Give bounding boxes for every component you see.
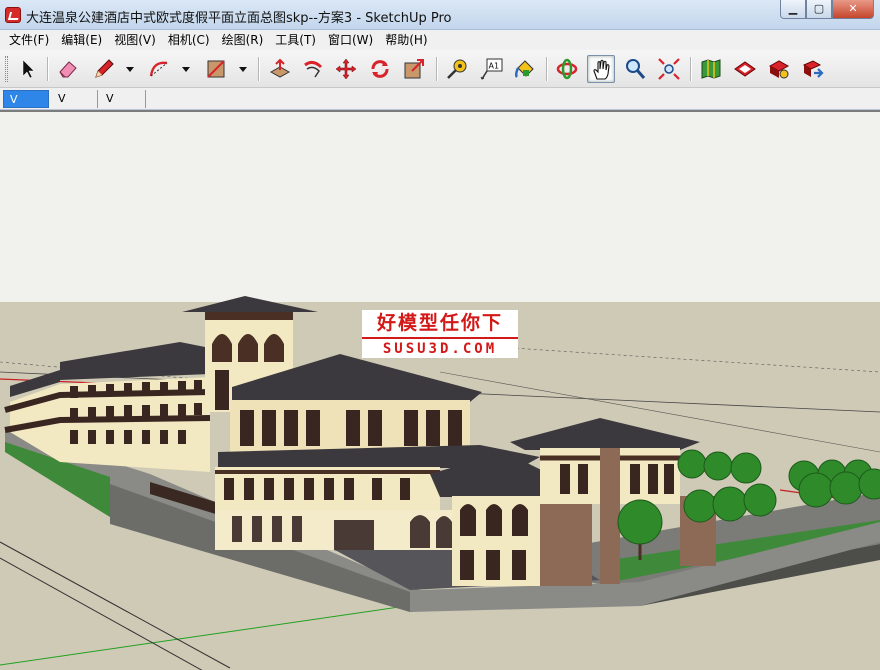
arc-dropdown-icon[interactable] [182,67,190,72]
paint-bucket-tool-button[interactable] [511,55,539,83]
pencil-dropdown-icon[interactable] [126,67,134,72]
close-button[interactable]: ✕ [832,0,874,19]
scene-tabs: V V V [0,88,880,110]
follow-me-icon [304,60,323,78]
sky [0,112,880,302]
toolbar-grip[interactable] [5,56,8,82]
push-pull-tool-button[interactable] [266,55,294,83]
move-tool-button[interactable] [332,55,360,83]
eraser-icon [59,61,77,78]
arc-icon [149,61,168,77]
window-title: 大连温泉公建酒店中式欧式度假平面立面总图skp--方案3 - SketchUp … [26,11,452,26]
menu-tools[interactable]: 工具(T) [269,30,322,50]
tape-measure-icon [447,59,467,79]
watermark-divider [362,337,518,339]
push-pull-icon [269,58,291,78]
toolbar-separator [690,57,691,81]
toolbar-separator [258,57,259,81]
rotate-icon [371,60,389,78]
main-upper-windows [240,410,462,446]
tower-band [205,312,293,320]
model-viewport[interactable]: 好模型任你下 SUSU3D.COM [0,110,880,670]
arrow-cursor-icon [22,59,35,79]
menu-view[interactable]: 视图(V) [108,30,162,50]
menu-file[interactable]: 文件(F) [3,30,55,50]
text-icon: A1 [480,58,503,80]
pan-tool-button[interactable] [587,55,615,83]
menu-help[interactable]: 帮助(H) [379,30,433,50]
tower-window [215,370,229,410]
text-tool-button[interactable]: A1 [477,55,505,83]
arc-tool-button[interactable] [145,55,173,83]
zoom-extents-tool-button[interactable] [655,55,683,83]
zoom-tool-button[interactable] [621,55,649,83]
window-controls: ▁ ▢ ✕ [780,0,874,20]
select-tool-button[interactable] [13,55,41,83]
warehouse-tool-button[interactable] [731,55,759,83]
menu-window[interactable]: 窗口(W) [322,30,379,50]
orbit-icon [556,58,578,80]
move-icon [335,58,357,80]
pavilion-stone-base [540,496,592,586]
eraser-tool-button[interactable] [54,55,82,83]
rotate-tool-button[interactable] [366,55,394,83]
tape-measure-tool-button[interactable] [443,55,471,83]
components-tool-button[interactable] [765,55,793,83]
menu-draw[interactable]: 绘图(R) [216,30,270,50]
pencil-tool-button[interactable] [90,55,118,83]
scale-tool-button[interactable] [400,55,428,83]
menu-camera[interactable]: 相机(C) [162,30,216,50]
scale-icon [404,59,424,79]
sketchup-logo-icon [5,7,21,23]
east-pavilion-column [600,448,620,584]
toolbar-separator [546,57,547,81]
watermark: 好模型任你下 SUSU3D.COM [362,310,518,358]
rectangle-tool-button[interactable] [202,55,230,83]
scene-tab-3[interactable]: V [100,90,146,108]
components-icon [768,60,790,79]
map-tool-button[interactable] [697,55,725,83]
rectangle-dropdown-icon[interactable] [239,67,247,72]
magnifier-icon [626,59,646,79]
paint-bucket-icon [514,60,534,78]
model-render [0,112,880,670]
share-icon [802,60,824,78]
watermark-line1: 好模型任你下 [376,312,503,334]
share-tool-button[interactable] [799,55,827,83]
rectangle-icon [207,60,225,78]
menu-bar: 文件(F) 编辑(E) 视图(V) 相机(C) 绘图(R) 工具(T) 窗口(W… [0,30,880,50]
follow-me-tool-button[interactable] [299,55,327,83]
scene-tab-1[interactable]: V [3,90,49,108]
orbit-tool-button[interactable] [553,55,581,83]
scene-tab-2[interactable]: V [52,90,98,108]
pencil-icon [95,59,114,78]
text-tool-label: A1 [489,62,500,71]
title-bar: 大连温泉公建酒店中式欧式度假平面立面总图skp--方案3 - SketchUp … [0,0,880,30]
minimize-button[interactable]: ▁ [780,0,806,19]
zoom-extents-icon [658,58,680,80]
maximize-button[interactable]: ▢ [806,0,832,19]
main-toolbar: A1 [0,50,880,88]
toolbar-separator [436,57,437,81]
toolbar-separator [47,57,48,81]
menu-edit[interactable]: 编辑(E) [55,30,108,50]
hand-icon [593,59,610,80]
map-icon [701,59,721,79]
watermark-line2: SUSU3D.COM [382,341,498,357]
warehouse-icon [734,61,756,77]
